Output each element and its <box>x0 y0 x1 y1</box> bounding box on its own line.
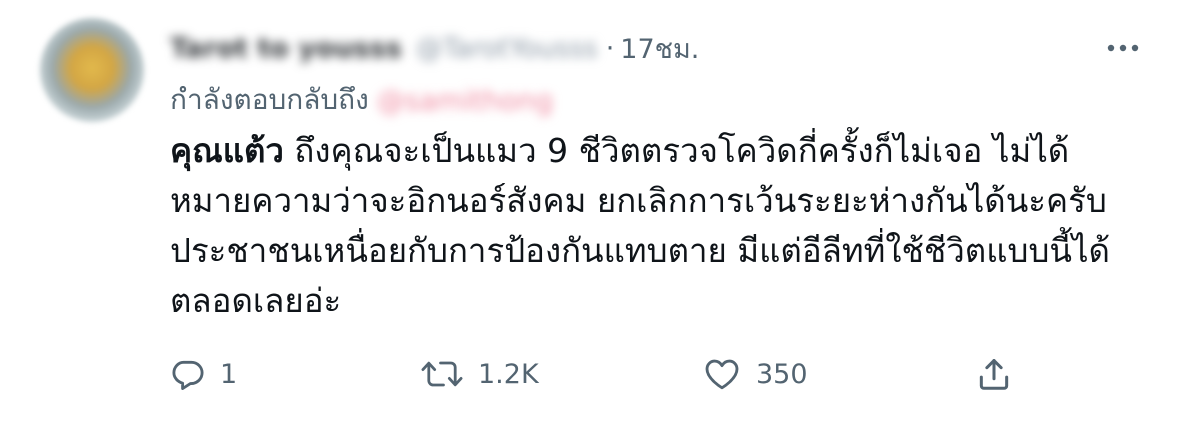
tweet-text-line-3: ประชาชนเหนื่อยกับการป้องกันแทบตาย มีแต่อ… <box>170 231 1110 270</box>
replying-to: กำลังตอบกลับถึง @samithong <box>170 80 553 120</box>
heart-icon <box>702 356 742 392</box>
author-display-name[interactable]: Tarot to yousss <box>170 33 402 64</box>
avatar[interactable] <box>40 18 144 122</box>
tweet-text-bold-name: คุณแต้ว <box>170 131 284 170</box>
tweet-text-line-2: หมายความว่าจะอิกนอร์สังคม ยกเลิกการเว้นร… <box>170 181 1107 220</box>
like-button[interactable]: 350 <box>702 352 808 396</box>
like-count: 350 <box>756 358 808 390</box>
tweet-text: คุณแต้ว ถึงคุณจะเป็นแมว 9 ชีวิตตรวจโควิด… <box>170 126 1160 326</box>
more-dots-icon <box>1106 43 1140 53</box>
share-icon <box>975 355 1013 393</box>
share-button[interactable] <box>975 352 1013 396</box>
tweet-header: Tarot to yousss @TarotYousss · 17ชม. <box>170 28 699 68</box>
replying-to-label: กำลังตอบกลับถึง <box>170 83 369 116</box>
reply-bubble-icon <box>170 356 206 392</box>
retweet-button[interactable]: 1.2K <box>420 352 539 396</box>
tweet-actions: 1 1.2K 350 <box>170 352 1050 396</box>
more-options-button[interactable] <box>1100 30 1146 66</box>
tweet-text-line-4: ตลอดเลยอ่ะ <box>170 281 342 320</box>
reply-button[interactable]: 1 <box>170 352 237 396</box>
header-separator: · <box>605 32 615 64</box>
tweet-text-line-1-rest: ถึงคุณจะเป็นแมว 9 ชีวิตตรวจโควิดกี่ครั้ง… <box>283 131 1070 170</box>
tweet-timestamp[interactable]: 17ชม. <box>620 27 699 70</box>
reply-count: 1 <box>220 358 238 390</box>
author-handle[interactable]: @TarotYousss <box>416 33 598 64</box>
retweet-count: 1.2K <box>478 358 539 390</box>
tweet-card[interactable]: Tarot to yousss @TarotYousss · 17ชม. กำล… <box>0 0 1180 422</box>
replying-to-mention[interactable]: @samithong <box>377 84 553 117</box>
retweet-icon <box>420 356 464 392</box>
tweet-text-line-1: คุณแต้ว ถึงคุณจะเป็นแมว 9 ชีวิตตรวจโควิด… <box>170 126 1160 176</box>
